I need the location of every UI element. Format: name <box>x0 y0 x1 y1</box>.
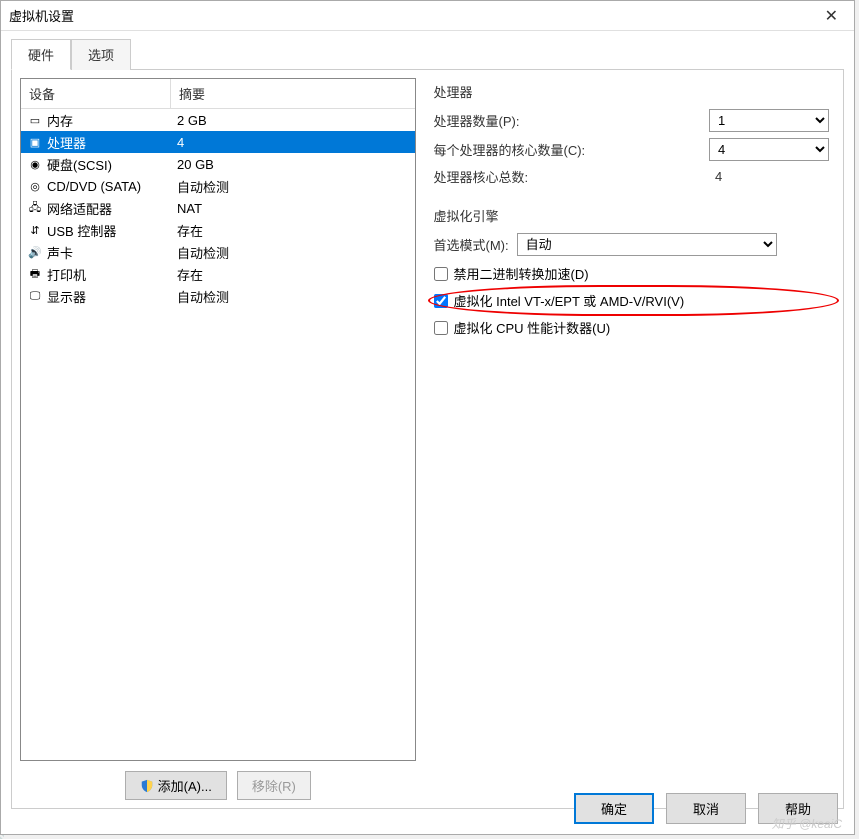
settings-window: 虚拟机设置 ✕ 硬件 选项 设备 摘要 ▭内存2 GB▣处理器4◉硬盘(SCSI… <box>0 0 855 835</box>
proc-count-label: 处理器数量(P): <box>434 111 710 130</box>
hardware-row-summary: 存在 <box>171 221 415 240</box>
dialog-footer: 确定 取消 帮助 <box>574 793 838 824</box>
disable-binary-row[interactable]: 禁用二进制转换加速(D) <box>434 264 830 283</box>
hardware-row-name: 网络适配器 <box>47 199 112 218</box>
shield-icon <box>140 779 154 793</box>
window-title: 虚拟机设置 <box>9 6 817 25</box>
sound-icon: 🔊 <box>27 244 43 260</box>
tab-hardware[interactable]: 硬件 <box>11 39 71 70</box>
hardware-row-summary: 存在 <box>171 265 415 284</box>
usb-icon: ⇵ <box>27 222 43 238</box>
hardware-row-name: 硬盘(SCSI) <box>47 155 112 174</box>
hardware-row-summary: 4 <box>171 135 415 150</box>
help-button[interactable]: 帮助 <box>758 793 838 824</box>
hardware-actions: 添加(A)... 移除(R) <box>20 771 416 800</box>
hardware-row[interactable]: ▣处理器 4 <box>21 131 415 153</box>
hardware-row-name: 内存 <box>47 111 73 130</box>
perf-checkbox[interactable] <box>434 321 448 335</box>
printer-icon: 🖶 <box>27 266 43 282</box>
hardware-row-name: 打印机 <box>47 265 86 284</box>
disk-icon: ◉ <box>27 156 43 172</box>
hardware-row[interactable]: ▭内存 2 GB <box>21 109 415 131</box>
hardware-row-name: 处理器 <box>47 133 86 152</box>
titlebar: 虚拟机设置 ✕ <box>1 1 854 31</box>
ok-button[interactable]: 确定 <box>574 793 654 824</box>
perf-row[interactable]: 虚拟化 CPU 性能计数器(U) <box>434 318 830 337</box>
add-button-label: 添加(A)... <box>158 776 212 795</box>
hardware-row-summary: 自动检测 <box>171 243 415 262</box>
tab-bar: 硬件 选项 <box>11 39 844 70</box>
hardware-row-name: CD/DVD (SATA) <box>47 179 141 194</box>
hardware-row[interactable]: 🖵显示器 自动检测 <box>21 285 415 307</box>
close-icon[interactable]: ✕ <box>817 4 846 28</box>
processor-group-title: 处理器 <box>434 82 830 101</box>
hardware-row[interactable]: ◎ CD/DVD (SATA) 自动检测 <box>21 175 415 197</box>
header-summary: 摘要 <box>171 79 415 108</box>
remove-button-label: 移除(R) <box>252 776 296 795</box>
display-icon: 🖵 <box>27 288 43 304</box>
hardware-row-summary: 20 GB <box>171 157 415 172</box>
hardware-list[interactable]: 设备 摘要 ▭内存 2 GB ▣处理器 4 ◉硬盘(SCSI) 20 GB ◎ CD/DVD … <box>20 78 416 761</box>
header-device: 设备 <box>21 79 171 108</box>
proc-cores-select[interactable]: 4 <box>709 138 829 161</box>
hardware-row-summary: 自动检测 <box>171 287 415 306</box>
hardware-row-name: USB 控制器 <box>47 221 116 240</box>
hardware-row-name: 显示器 <box>47 287 86 306</box>
hardware-row-name: 声卡 <box>47 243 73 262</box>
virt-group: 虚拟化引擎 首选模式(M): 自动 禁用二进制转换加速(D) 虚拟化 Intel… <box>434 206 830 345</box>
vt-label: 虚拟化 Intel VT-x/EPT 或 AMD-V/RVI(V) <box>454 291 685 310</box>
memory-icon: ▭ <box>27 112 43 128</box>
vt-checkbox[interactable] <box>434 294 448 308</box>
proc-cores-label: 每个处理器的核心数量(C): <box>434 140 710 159</box>
cd-icon: ◎ <box>27 178 43 194</box>
hardware-row[interactable]: 🖧网络适配器 NAT <box>21 197 415 219</box>
disable-binary-checkbox[interactable] <box>434 267 448 281</box>
hardware-row[interactable]: ◉硬盘(SCSI) 20 GB <box>21 153 415 175</box>
virt-group-title: 虚拟化引擎 <box>434 206 830 225</box>
proc-count-select[interactable]: 1 <box>709 109 829 132</box>
disable-binary-label: 禁用二进制转换加速(D) <box>454 264 589 283</box>
vt-row[interactable]: 虚拟化 Intel VT-x/EPT 或 AMD-V/RVI(V) <box>434 291 830 310</box>
perf-label: 虚拟化 CPU 性能计数器(U) <box>454 318 611 337</box>
tab-options[interactable]: 选项 <box>71 39 131 70</box>
net-icon: 🖧 <box>27 200 43 216</box>
hardware-list-header: 设备 摘要 <box>21 79 415 109</box>
tab-panel: 设备 摘要 ▭内存2 GB▣处理器4◉硬盘(SCSI)20 GB◎CD/DVD … <box>11 69 844 809</box>
hardware-column: 设备 摘要 ▭内存 2 GB ▣处理器 4 ◉硬盘(SCSI) 20 GB ◎ CD/DVD … <box>20 78 416 800</box>
proc-total-value: 4 <box>709 169 829 184</box>
cancel-button[interactable]: 取消 <box>666 793 746 824</box>
processor-group: 处理器 处理器数量(P): 1 每个处理器的核心数量(C): 4 处理器核心总数… <box>434 82 830 192</box>
virt-mode-label: 首选模式(M): <box>434 235 509 254</box>
hardware-row[interactable]: 🖶打印机 存在 <box>21 263 415 285</box>
hardware-row[interactable]: ⇵USB 控制器 存在 <box>21 219 415 241</box>
hardware-row[interactable]: 🔊声卡 自动检测 <box>21 241 415 263</box>
cpu-icon: ▣ <box>27 134 43 150</box>
detail-column: 处理器 处理器数量(P): 1 每个处理器的核心数量(C): 4 处理器核心总数… <box>428 78 836 800</box>
hardware-row-summary: 自动检测 <box>171 177 415 196</box>
hardware-row-summary: NAT <box>171 201 415 216</box>
remove-button: 移除(R) <box>237 771 311 800</box>
hardware-row-summary: 2 GB <box>171 113 415 128</box>
add-button[interactable]: 添加(A)... <box>125 771 227 800</box>
proc-total-label: 处理器核心总数: <box>434 167 710 186</box>
virt-mode-select[interactable]: 自动 <box>517 233 777 256</box>
